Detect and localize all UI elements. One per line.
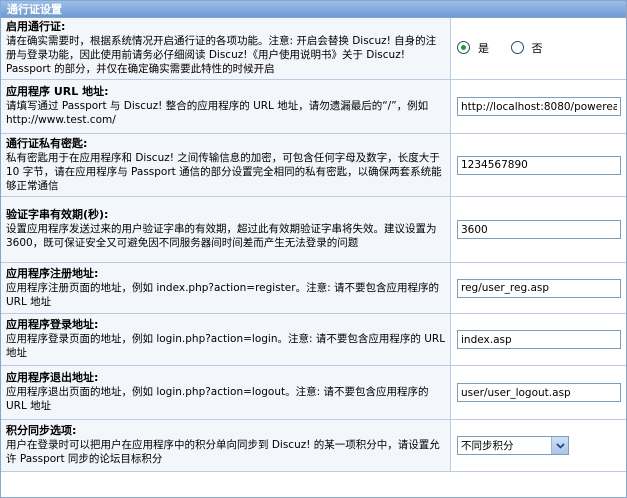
radio-selected-icon[interactable] — [457, 41, 470, 55]
settings-row-app-url: 应用程序 URL 地址: 请填写通过 Passport 与 Discuz! 整合… — [1, 79, 626, 134]
setting-description: 应用程序登录页面的地址，例如 login.php?action=login。注意… — [6, 333, 446, 359]
settings-row-credit-sync: 积分同步选项: 用户在登录时可以把用户在应用程序中的积分单向同步到 Discuz… — [1, 419, 626, 472]
settings-row-logout-url: 应用程序退出地址: 应用程序退出页面的地址，例如 login.php?actio… — [1, 365, 626, 420]
login-url-input[interactable] — [457, 330, 621, 349]
settings-row-private-key: 通行证私有密匙: 私有密匙用于在应用程序和 Discuz! 之间传输信息的加密，… — [1, 133, 626, 197]
setting-description: 请在确实需要时，根据系统情况开启通行证的各项功能。注意: 开启会替换 Discu… — [6, 35, 437, 75]
setting-title: 验证字串有效期(秒): — [6, 208, 109, 221]
radio-unselected-icon[interactable] — [510, 41, 524, 55]
setting-description: 私有密匙用于在应用程序和 Discuz! 之间传输信息的加密，可包含任何字母及数… — [6, 151, 442, 192]
section-header: 通行证设置 — [1, 1, 626, 18]
setting-title: 启用通行证: — [6, 20, 66, 33]
chevron-down-icon[interactable] — [551, 437, 568, 454]
radio-no[interactable]: 否 — [510, 40, 543, 56]
setting-title: 应用程序注册地址: — [6, 266, 99, 280]
settings-row-login-url: 应用程序登录地址: 应用程序登录页面的地址，例如 login.php?actio… — [1, 313, 626, 366]
private-key-input[interactable] — [457, 155, 621, 175]
credit-sync-select[interactable]: 不同步积分 — [457, 436, 569, 455]
app-url-input[interactable] — [457, 97, 621, 116]
setting-title: 积分同步选项: — [6, 424, 77, 437]
setting-title: 通行证私有密匙: — [6, 136, 88, 150]
settings-row-register-url: 应用程序注册地址: 应用程序注册页面的地址，例如 index.php?actio… — [1, 262, 626, 314]
setting-description: 设置应用程序发送过来的用户验证字串的有效期，超过此有效期验证字串将失效。建议设置… — [6, 223, 437, 249]
setting-title: 应用程序退出地址: — [6, 371, 99, 384]
setting-description: 用户在登录时可以把用户在应用程序中的积分单向同步到 Discuz! 的某一项积分… — [6, 439, 440, 465]
logout-url-input[interactable] — [457, 383, 621, 402]
radio-no-label: 否 — [531, 41, 543, 55]
register-url-input[interactable] — [457, 278, 621, 298]
setting-title: 应用程序 URL 地址: — [6, 85, 109, 98]
setting-title: 应用程序登录地址: — [6, 318, 99, 331]
settings-row-expiry: 验证字串有效期(秒): 设置应用程序发送过来的用户验证字串的有效期，超过此有效期… — [1, 196, 626, 263]
expiry-input[interactable] — [457, 220, 621, 239]
setting-description: 请填写通过 Passport 与 Discuz! 整合的应用程序的 URL 地址… — [6, 100, 429, 126]
setting-description: 应用程序注册页面的地址，例如 index.php?action=register… — [6, 281, 439, 308]
setting-description: 应用程序退出页面的地址，例如 login.php?action=logout。注… — [6, 386, 429, 412]
passport-settings-panel: 通行证设置 启用通行证: 请在确实需要时，根据系统情况开启通行证的各项功能。注意… — [0, 0, 627, 498]
settings-row-enable: 启用通行证: 请在确实需要时，根据系统情况开启通行证的各项功能。注意: 开启会替… — [1, 18, 626, 80]
credit-sync-selected-value: 不同步积分 — [461, 440, 514, 452]
section-title: 通行证设置 — [7, 3, 62, 16]
radio-yes-label: 是 — [478, 41, 489, 55]
settings-table: 启用通行证: 请在确实需要时，根据系统情况开启通行证的各项功能。注意: 开启会替… — [1, 18, 626, 472]
radio-yes[interactable]: 是 — [457, 40, 489, 56]
